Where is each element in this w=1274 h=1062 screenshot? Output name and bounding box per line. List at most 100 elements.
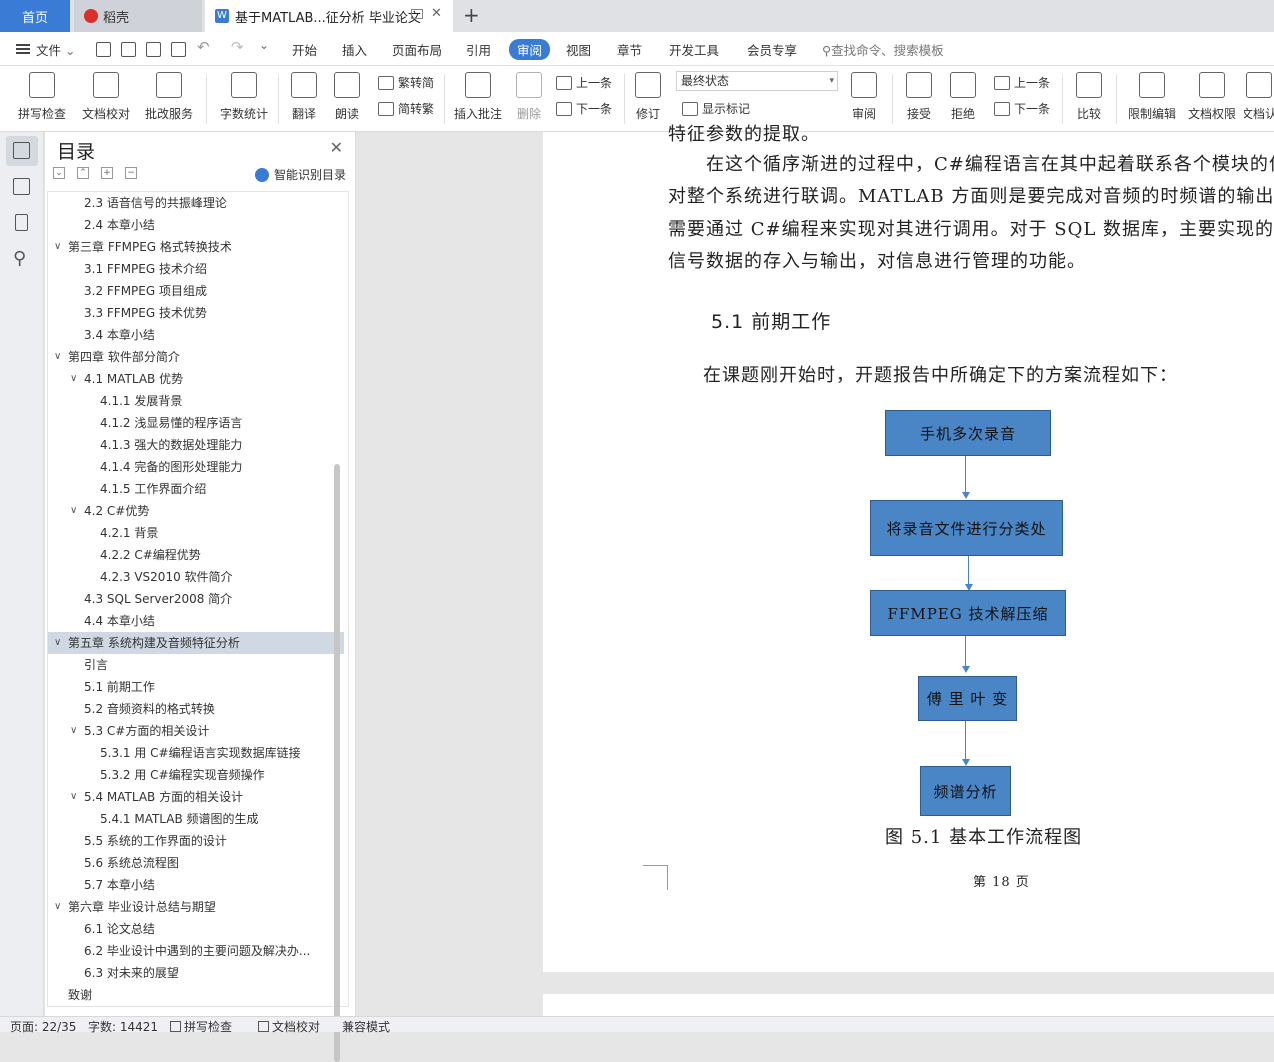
- search-commands[interactable]: ⚲查找命令、搜索模板: [822, 40, 944, 59]
- toc-section-item[interactable]: 4.2.1 背景: [48, 522, 344, 544]
- toc-section-item[interactable]: 4.1.3 强大的数据处理能力: [48, 434, 344, 456]
- toc-section-item[interactable]: 5.3.2 用 C#编程实现音频操作: [48, 764, 344, 786]
- document-page[interactable]: 特征参数的提取。 在这个循序渐进的过程中，C#编程语言在其中起着联系各个模块的作…: [543, 124, 1274, 972]
- toc-section-item[interactable]: 4.1.5 工作界面介绍: [48, 478, 344, 500]
- menu-reference[interactable]: 引用: [466, 40, 491, 59]
- toc-section-item[interactable]: 2.4 本章小结: [48, 214, 344, 236]
- chevron-down-icon[interactable]: ∨: [54, 236, 61, 258]
- toc-section-item[interactable]: 3.4 本章小结: [48, 324, 344, 346]
- chevron-down-icon[interactable]: ∨: [70, 500, 77, 522]
- toc-chapter-item[interactable]: ∨ 第六章 毕业设计总结与期望: [48, 896, 344, 918]
- close-tab-icon[interactable]: ✕: [431, 6, 442, 21]
- toc-section-item[interactable]: 4.2.2 C#编程优势: [48, 544, 344, 566]
- proofread-button[interactable]: 文档校对: [80, 66, 132, 122]
- translate-button[interactable]: 翻译: [286, 66, 322, 122]
- menu-review[interactable]: 审阅: [509, 39, 551, 60]
- menu-start[interactable]: 开始: [292, 40, 317, 59]
- toc-section-item[interactable]: 6.3 对未来的展望: [48, 962, 344, 984]
- print-preview-icon[interactable]: [171, 42, 186, 57]
- menu-developer[interactable]: 开发工具: [669, 40, 719, 59]
- accept-button[interactable]: 接受: [900, 66, 938, 122]
- chevron-down-icon[interactable]: ∨: [54, 632, 61, 654]
- prev-change-button[interactable]: 上一条: [994, 74, 1050, 91]
- minus-icon[interactable]: −: [125, 167, 137, 179]
- toc-section-item[interactable]: 3.2 FFMPEG 项目组成: [48, 280, 344, 302]
- print-icon[interactable]: [146, 42, 161, 57]
- toc-section-item[interactable]: 3.3 FFMPEG 技术优势: [48, 302, 344, 324]
- spell-check-button[interactable]: 拼写检查: [12, 66, 72, 122]
- annotate-service-button[interactable]: 批改服务: [140, 66, 198, 122]
- next-comment-button[interactable]: 下一条: [556, 100, 612, 117]
- next-change-button[interactable]: 下一条: [994, 100, 1050, 117]
- doc-permission-button[interactable]: 文档权限: [1186, 66, 1238, 122]
- search-icon[interactable]: ⚲: [13, 248, 26, 269]
- toc-section-item[interactable]: 引言: [48, 654, 344, 676]
- toc-chapter-item[interactable]: ∨ 第三章 FFMPEG 格式转换技术: [48, 236, 344, 258]
- reject-button[interactable]: 拒绝: [944, 66, 982, 122]
- toc-section-item[interactable]: 6.2 毕业设计中遇到的主要问题及解决办...: [48, 940, 344, 962]
- menu-chapter[interactable]: 章节: [617, 40, 642, 59]
- toc-section-item[interactable]: 4.2.3 VS2010 软件简介: [48, 566, 344, 588]
- prev-comment-button[interactable]: 上一条: [556, 74, 612, 91]
- tab-daoke[interactable]: 稻壳: [74, 0, 202, 32]
- delete-comment-button[interactable]: 删除: [510, 66, 548, 122]
- close-icon[interactable]: ✕: [330, 138, 343, 157]
- expand-up-icon[interactable]: ⌃: [77, 167, 89, 179]
- compare-button[interactable]: 比较: [1070, 66, 1108, 122]
- toc-section-item[interactable]: 5.7 本章小结: [48, 874, 344, 896]
- toc-section-item[interactable]: 4.1.1 发展背景: [48, 390, 344, 412]
- toc-section-item[interactable]: 4.3 SQL Server2008 简介: [48, 588, 344, 610]
- toc-section-item[interactable]: ∨ 4.1 MATLAB 优势: [48, 368, 344, 390]
- trad-to-simp-button[interactable]: 繁转简: [378, 74, 434, 91]
- save-icon[interactable]: [96, 42, 111, 57]
- toc-section-item[interactable]: 5.1 前期工作: [48, 676, 344, 698]
- toc-section-item[interactable]: 5.3.1 用 C#编程语言实现数据库链接: [48, 742, 344, 764]
- outline-icon[interactable]: [13, 142, 30, 159]
- toc-section-item[interactable]: ∨ 5.4 MATLAB 方面的相关设计: [48, 786, 344, 808]
- proofread-status[interactable]: 文档校对: [258, 1018, 320, 1035]
- toc-section-item[interactable]: 5.5 系统的工作界面的设计: [48, 830, 344, 852]
- toc-section-item[interactable]: 4.1.4 完备的图形处理能力: [48, 456, 344, 478]
- plus-icon[interactable]: +: [101, 167, 113, 179]
- screen-icon[interactable]: [411, 9, 423, 19]
- tab-document[interactable]: W 基于MATLAB...征分析 毕业论文 ✕: [205, 0, 453, 32]
- word-count-status[interactable]: 字数: 14421: [88, 1018, 158, 1035]
- toc-scrollbar[interactable]: [334, 464, 340, 1062]
- export-icon[interactable]: [121, 42, 136, 57]
- chevron-down-icon[interactable]: ∨: [54, 346, 61, 368]
- hamburger-icon[interactable]: [16, 44, 30, 54]
- toc-chapter-item[interactable]: 致谢: [48, 984, 344, 1006]
- doc-auth-button[interactable]: 文档认: [1244, 66, 1274, 122]
- undo-icon[interactable]: ↶: [197, 38, 210, 56]
- new-tab-button[interactable]: +: [463, 3, 480, 27]
- collapse-all-icon[interactable]: ⌄: [53, 167, 65, 179]
- toc-section-item[interactable]: 3.1 FFMPEG 技术介绍: [48, 258, 344, 280]
- smart-toc-button[interactable]: 智能识别目录: [255, 166, 346, 183]
- page-indicator[interactable]: 页面: 22/35: [10, 1018, 76, 1035]
- toc-section-item[interactable]: 6.1 论文总结: [48, 918, 344, 940]
- menu-view[interactable]: 视图: [566, 40, 591, 59]
- chevron-down-icon[interactable]: ∨: [54, 896, 61, 918]
- bookmark-icon[interactable]: [15, 214, 28, 231]
- menu-page-layout[interactable]: 页面布局: [392, 40, 442, 59]
- revise-button[interactable]: 修订: [630, 66, 666, 122]
- menu-file[interactable]: 文件 ⌄: [36, 40, 75, 59]
- tab-home[interactable]: 首页: [0, 0, 70, 32]
- chevron-down-icon[interactable]: ∨: [70, 786, 77, 808]
- chapter-nav-icon[interactable]: [13, 178, 30, 195]
- menu-insert[interactable]: 插入: [342, 40, 367, 59]
- toc-section-item[interactable]: ∨ 5.3 C#方面的相关设计: [48, 720, 344, 742]
- show-markup-button[interactable]: 显示标记: [682, 100, 750, 117]
- spell-check-status[interactable]: 拼写检查: [170, 1018, 232, 1035]
- toc-section-item[interactable]: 5.4.1 MATLAB 频谱图的生成: [48, 808, 344, 830]
- insert-comment-button[interactable]: 插入批注: [452, 66, 504, 122]
- read-aloud-button[interactable]: 朗读: [330, 66, 364, 122]
- more-chevron-icon[interactable]: ⌄: [259, 38, 269, 52]
- restrict-edit-button[interactable]: 限制编辑: [1126, 66, 1178, 122]
- toc-section-item[interactable]: 5.6 系统总流程图: [48, 852, 344, 874]
- toc-chapter-item[interactable]: ∨ 第五章 系统构建及音频特征分析: [48, 632, 344, 654]
- review-pane-button[interactable]: 审阅: [846, 66, 882, 122]
- word-count-button[interactable]: 字数统计: [218, 66, 270, 122]
- toc-section-item[interactable]: ∨ 4.2 C#优势: [48, 500, 344, 522]
- simp-to-trad-button[interactable]: 简转繁: [378, 100, 434, 117]
